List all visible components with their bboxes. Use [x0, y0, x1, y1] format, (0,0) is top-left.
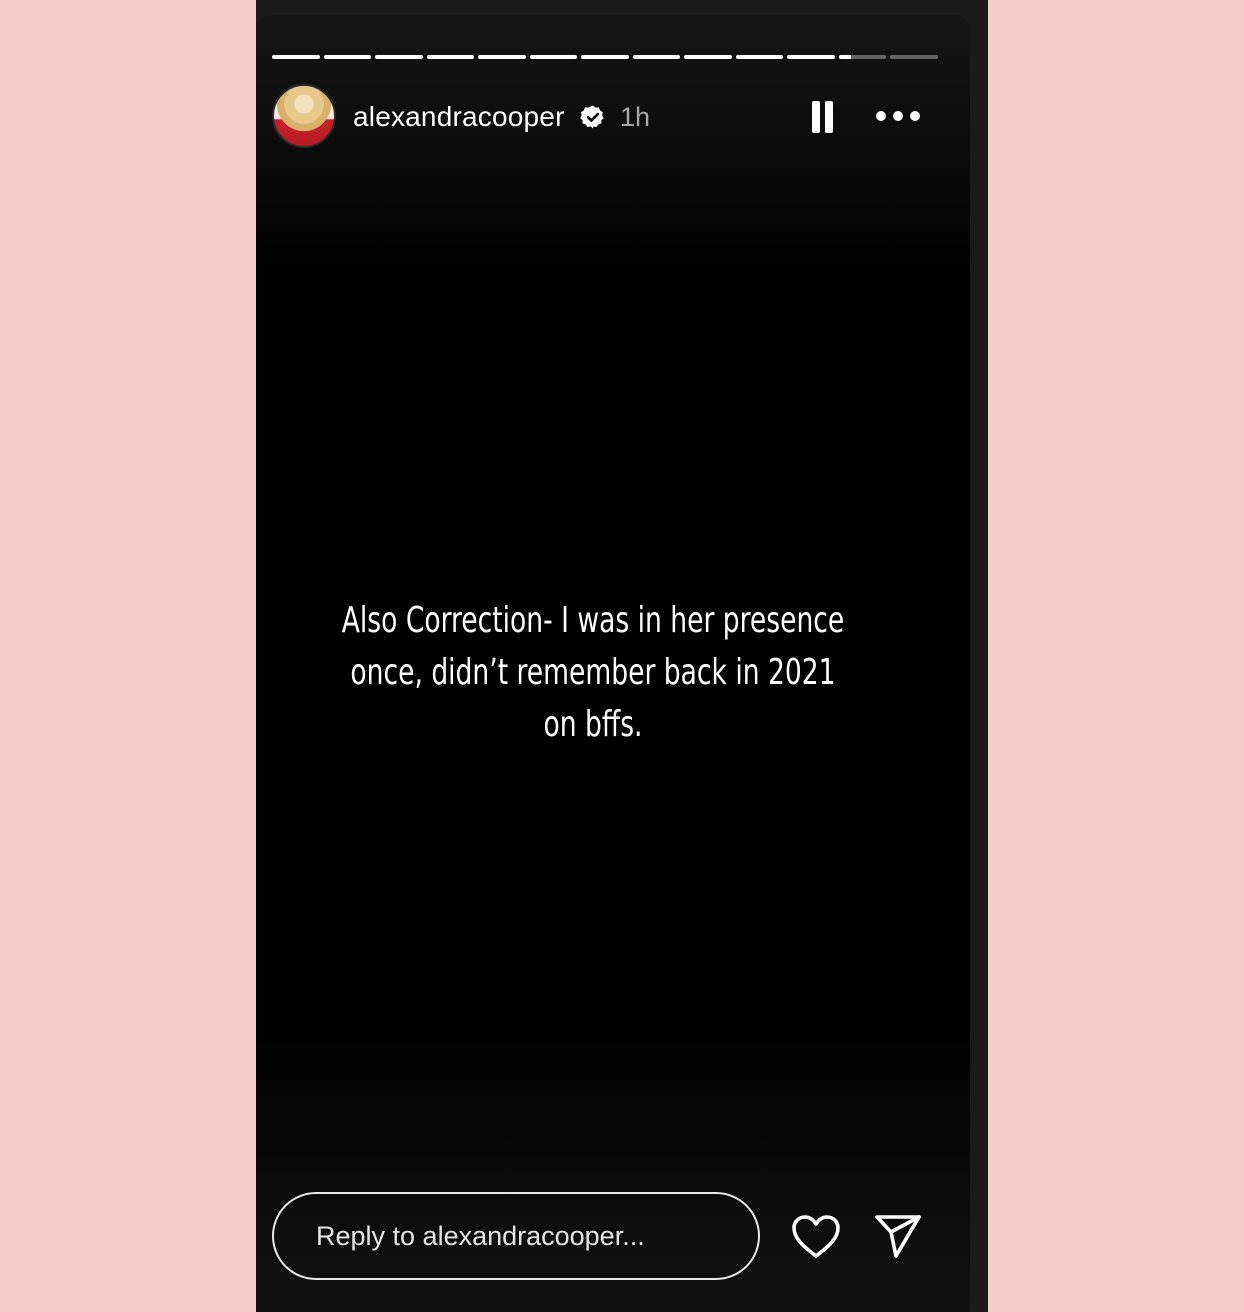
progress-segment	[529, 55, 578, 59]
progress-segment	[838, 55, 887, 59]
progress-segment	[426, 55, 475, 59]
progress-segment-fill	[838, 55, 851, 59]
progress-segment-fill	[323, 55, 372, 59]
send-icon[interactable]	[874, 1213, 922, 1259]
story-progress-bar	[272, 55, 938, 59]
dot-2	[893, 111, 903, 121]
author-username[interactable]: alexandracooper	[353, 101, 565, 133]
progress-segment	[478, 55, 526, 59]
pause-icon[interactable]	[810, 101, 836, 133]
caption-line: once, didn’t remember back in 2021	[350, 652, 836, 693]
progress-segment	[272, 55, 320, 59]
progress-segment-fill	[529, 55, 578, 59]
progress-segment	[323, 55, 372, 59]
progress-segment-fill	[684, 55, 732, 59]
progress-segment-fill	[787, 55, 835, 59]
progress-segment-fill	[272, 55, 320, 59]
progress-segment	[375, 55, 423, 59]
progress-segment-fill	[735, 55, 784, 59]
story-caption: Also Correction- I was in her presence o…	[341, 595, 844, 751]
verified-badge-icon	[580, 105, 604, 129]
progress-segment-fill	[581, 55, 629, 59]
reply-field[interactable]	[272, 1192, 760, 1280]
caption-line: Also Correction- I was in her presence	[341, 600, 845, 641]
progress-segment	[632, 55, 681, 59]
dot-3	[910, 111, 920, 121]
progress-segment	[684, 55, 732, 59]
caption-line: on bffs.	[543, 704, 643, 745]
progress-segment	[787, 55, 835, 59]
author-avatar[interactable]	[272, 84, 336, 148]
story-viewer[interactable]: alexandracooper 1h Also Correction- I wa…	[256, 15, 970, 1312]
progress-segment-fill	[632, 55, 681, 59]
progress-segment	[581, 55, 629, 59]
progress-segment-fill	[478, 55, 526, 59]
dot-1	[876, 111, 886, 121]
progress-segment-fill	[426, 55, 475, 59]
progress-segment	[735, 55, 784, 59]
reply-input[interactable]	[316, 1220, 736, 1252]
progress-segment-fill	[375, 55, 423, 59]
more-options-icon[interactable]	[876, 105, 920, 127]
progress-segment	[890, 55, 938, 59]
post-time: 1h	[620, 102, 651, 132]
heart-icon[interactable]	[791, 1214, 841, 1260]
